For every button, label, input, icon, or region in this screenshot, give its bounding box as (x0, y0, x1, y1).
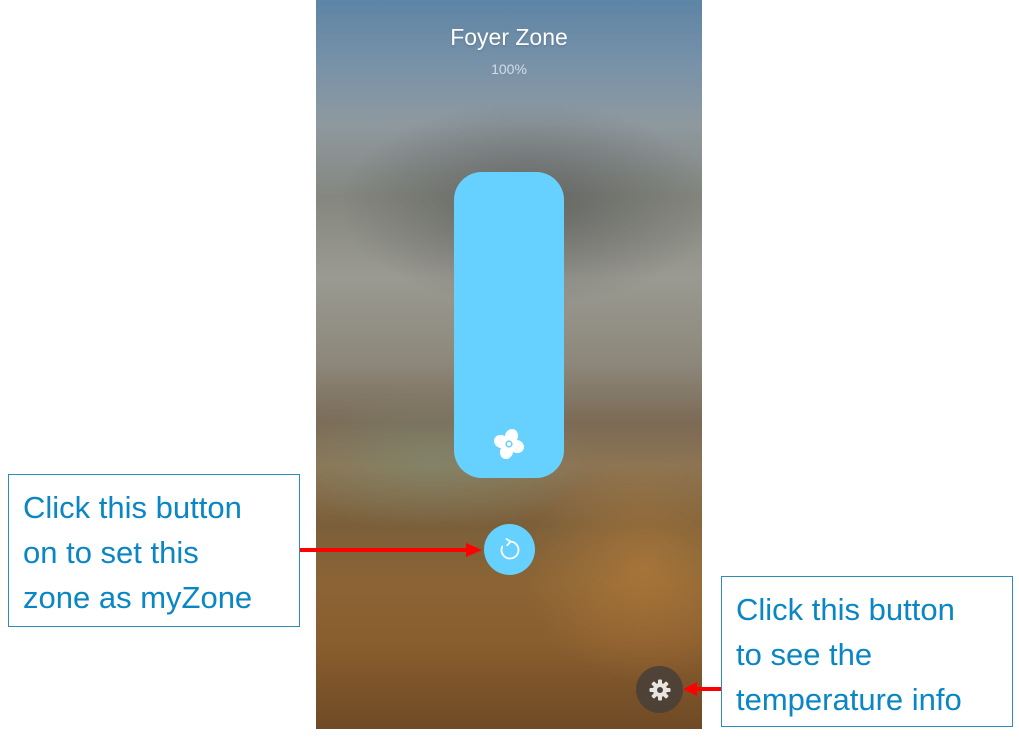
set-myzone-button[interactable] (484, 524, 535, 575)
callout-line: zone as myZone (23, 580, 253, 615)
phone-screen: Foyer Zone 100% (316, 0, 702, 729)
temperature-settings-button[interactable] (636, 666, 683, 713)
callout-line: Click this button (736, 592, 955, 627)
zone-percent: 100% (491, 61, 527, 77)
callout-line: Click this button (23, 490, 242, 525)
zone-level-slider[interactable] (454, 172, 564, 478)
refresh-arrow-icon (500, 537, 519, 559)
callout-line: temperature info (736, 682, 962, 717)
callout-line: to see the (736, 637, 873, 672)
gear-icon (649, 679, 670, 700)
myzone-callout: Click this button on to set this zone as… (8, 474, 300, 627)
temperature-callout: Click this button to see the temperature… (721, 576, 1013, 727)
zone-title: Foyer Zone (450, 24, 568, 50)
fan-icon (493, 428, 525, 460)
myzone-arrow (300, 543, 482, 557)
callout-line: on to set this (23, 535, 199, 570)
temperature-arrow (683, 682, 721, 696)
